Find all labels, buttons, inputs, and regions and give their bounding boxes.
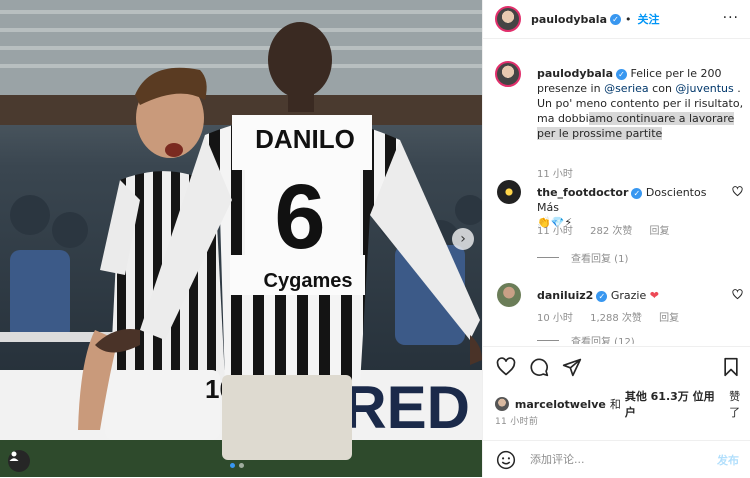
red-heart-emoji-icon: ❤ xyxy=(649,289,659,302)
comment-content: Grazie xyxy=(610,289,647,302)
follow-button[interactable]: 关注 xyxy=(638,11,660,27)
jersey-name: DANILO xyxy=(255,124,355,154)
carousel-dot-active xyxy=(230,463,235,468)
comment-likes-count[interactable]: 282 次赞 xyxy=(590,226,632,237)
commenter-username[interactable]: the_footdoctor xyxy=(537,186,628,199)
caption-part: con xyxy=(648,82,676,95)
post-side-panel: paulodybala ✓ • 关注 ··· paulodybala ✓ Feli… xyxy=(482,0,750,477)
author-username[interactable]: paulodybala xyxy=(531,13,607,26)
comment-meta: 10 小时 1,288 次赞 回复 xyxy=(537,309,693,324)
post-header: paulodybala ✓ • 关注 ··· xyxy=(483,0,750,39)
more-options-icon[interactable]: ··· xyxy=(723,10,739,26)
comment-reply-button[interactable]: 回复 xyxy=(659,313,679,324)
comment-like-heart-icon[interactable] xyxy=(732,289,743,300)
commenter-username[interactable]: daniluiz2 xyxy=(537,289,593,302)
add-comment-bar: 发布 xyxy=(483,440,750,478)
comment-icon[interactable] xyxy=(529,357,549,377)
chevron-right-icon: › xyxy=(460,231,466,247)
comment-like-heart-icon[interactable] xyxy=(732,186,743,197)
tagged-users-button[interactable] xyxy=(8,450,30,472)
comment-time: 11 小时 xyxy=(537,226,573,237)
next-photo-button[interactable]: › xyxy=(452,228,474,250)
caption-text: paulodybala ✓ Felice per le 200 presenze … xyxy=(537,66,745,141)
divider-line xyxy=(537,257,559,258)
view-replies-button[interactable]: 查看回复 (1) xyxy=(537,250,628,265)
heart-icon[interactable] xyxy=(496,357,516,377)
mention-link[interactable]: @seriea xyxy=(604,82,649,95)
comment-time: 10 小时 xyxy=(537,313,573,324)
comment-likes-count[interactable]: 1,288 次赞 xyxy=(590,313,642,324)
post-photo[interactable]: RED 10 DANILO 6 Cygames › xyxy=(0,0,482,477)
commenter-avatar[interactable] xyxy=(497,180,521,204)
post-timestamp[interactable]: 11 小时前 xyxy=(495,414,538,427)
banner-text: RED xyxy=(343,374,470,441)
post-comment-button[interactable]: 发布 xyxy=(717,452,739,468)
liker-avatar[interactable] xyxy=(495,397,509,411)
view-replies-label: 查看回复 (1) xyxy=(571,254,629,265)
carousel-dot xyxy=(239,463,244,468)
smiley-icon[interactable] xyxy=(496,450,516,470)
post-action-bar xyxy=(483,346,750,387)
likes-suffix: 赞了 xyxy=(729,390,741,419)
verified-badge-icon: ✓ xyxy=(596,290,608,302)
comment-text: daniluiz2 ✓ Grazie ❤ xyxy=(537,288,727,303)
view-replies-label: 查看回复 (12) xyxy=(571,337,635,344)
author-avatar[interactable] xyxy=(495,6,521,32)
likes-and-label: 和 xyxy=(609,398,621,411)
user-tag-icon xyxy=(9,451,19,461)
divider-line xyxy=(537,340,559,341)
photo-illustration: RED 10 DANILO 6 Cygames xyxy=(0,0,482,477)
view-replies-button[interactable]: 查看回复 (12) xyxy=(537,333,635,344)
commenter-avatar[interactable] xyxy=(497,283,521,307)
liker-username[interactable]: marcelotwelve xyxy=(515,398,606,411)
comment-reply-button[interactable]: 回复 xyxy=(650,226,670,237)
carousel-indicator xyxy=(230,463,244,468)
caption-avatar[interactable] xyxy=(495,61,521,87)
verified-badge-icon: ✓ xyxy=(631,187,643,199)
paper-plane-icon[interactable] xyxy=(562,357,582,377)
bookmark-icon[interactable] xyxy=(721,357,741,377)
verified-badge-icon: ✓ xyxy=(616,68,627,80)
comment-meta: 11 小时 282 次赞 回复 xyxy=(537,222,684,237)
separator-dot: • xyxy=(625,12,632,26)
comment-input[interactable] xyxy=(528,452,702,467)
jersey-number: 6 xyxy=(274,166,325,268)
caption-username[interactable]: paulodybala xyxy=(537,67,613,80)
sponsor-text: Cygames xyxy=(264,270,353,292)
comments-list[interactable]: paulodybala ✓ Felice per le 200 presenze … xyxy=(483,46,750,344)
mention-link[interactable]: @juventus xyxy=(675,82,733,95)
caption-timestamp: 11 小时 xyxy=(537,169,573,180)
likes-others-link[interactable]: 其他 61.3万 位用户 xyxy=(625,388,725,420)
verified-badge-icon: ✓ xyxy=(610,13,621,25)
